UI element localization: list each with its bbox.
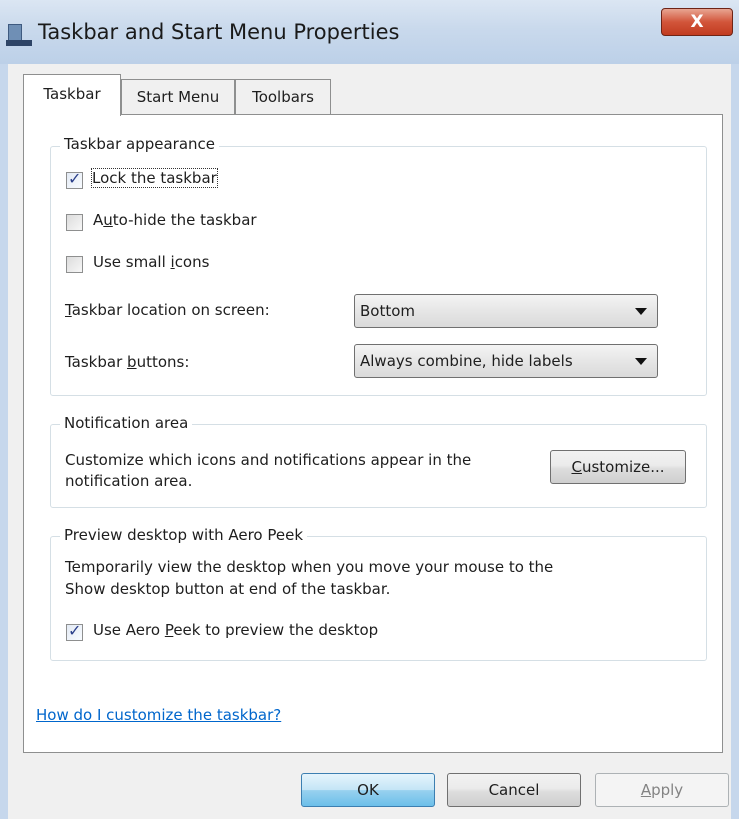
tab-toolbars[interactable]: Toolbars: [235, 79, 331, 115]
window-title: Taskbar and Start Menu Properties: [38, 20, 400, 44]
taskbar-location-value: Bottom: [360, 302, 416, 320]
ok-button[interactable]: OK: [301, 773, 435, 807]
lock-taskbar-checkbox[interactable]: ✓: [66, 169, 83, 189]
close-button[interactable]: X: [661, 8, 733, 36]
cancel-button[interactable]: Cancel: [447, 773, 581, 807]
aero-peek-group: [50, 536, 707, 661]
chevron-down-icon: [635, 308, 647, 315]
taskbar-appearance-heading: Taskbar appearance: [60, 135, 220, 153]
aero-peek-label[interactable]: Use Aero Peek to preview the desktop: [93, 621, 378, 639]
auto-hide-checkbox[interactable]: [66, 214, 83, 231]
check-mark-icon: ✓: [68, 621, 82, 640]
taskbar-buttons-value: Always combine, hide labels: [360, 352, 573, 370]
taskbar-location-dropdown[interactable]: Bottom: [354, 294, 658, 328]
chevron-down-icon: [635, 358, 647, 365]
tab-taskbar[interactable]: Taskbar: [23, 74, 121, 116]
auto-hide-label[interactable]: Auto-hide the taskbar: [93, 211, 257, 229]
small-icons-checkbox[interactable]: [66, 256, 83, 273]
taskbar-buttons-label: Taskbar buttons:: [65, 353, 190, 371]
apply-button[interactable]: Apply: [595, 773, 729, 807]
title-bar[interactable]: Taskbar and Start Menu Properties X: [0, 0, 739, 64]
notification-area-description-line1: Customize which icons and notifications …: [65, 451, 472, 469]
aero-peek-checkbox[interactable]: ✓: [66, 621, 83, 641]
aero-peek-description-line2: Show desktop button at end of the taskba…: [65, 580, 391, 598]
window-frame-left: [0, 64, 8, 819]
taskbar-buttons-dropdown[interactable]: Always combine, hide labels: [354, 344, 658, 378]
notification-area-heading: Notification area: [60, 414, 193, 432]
taskbar-location-label: Taskbar location on screen:: [65, 301, 270, 319]
customize-button[interactable]: Customize...: [550, 450, 686, 484]
window-frame-right: [731, 64, 739, 819]
help-link[interactable]: How do I customize the taskbar?: [36, 706, 281, 724]
lock-taskbar-label[interactable]: Lock the taskbar: [91, 168, 218, 188]
aero-peek-heading: Preview desktop with Aero Peek: [60, 526, 308, 544]
notification-area-description-line2: notification area.: [65, 472, 193, 490]
tab-start-menu[interactable]: Start Menu: [121, 79, 235, 115]
aero-peek-description-line1: Temporarily view the desktop when you mo…: [65, 558, 554, 576]
taskbar-properties-dialog: Taskbar and Start Menu Properties X Task…: [0, 0, 739, 819]
check-mark-icon: ✓: [68, 169, 82, 188]
small-icons-label[interactable]: Use small icons: [93, 253, 209, 271]
taskbar-app-icon: [6, 22, 32, 46]
